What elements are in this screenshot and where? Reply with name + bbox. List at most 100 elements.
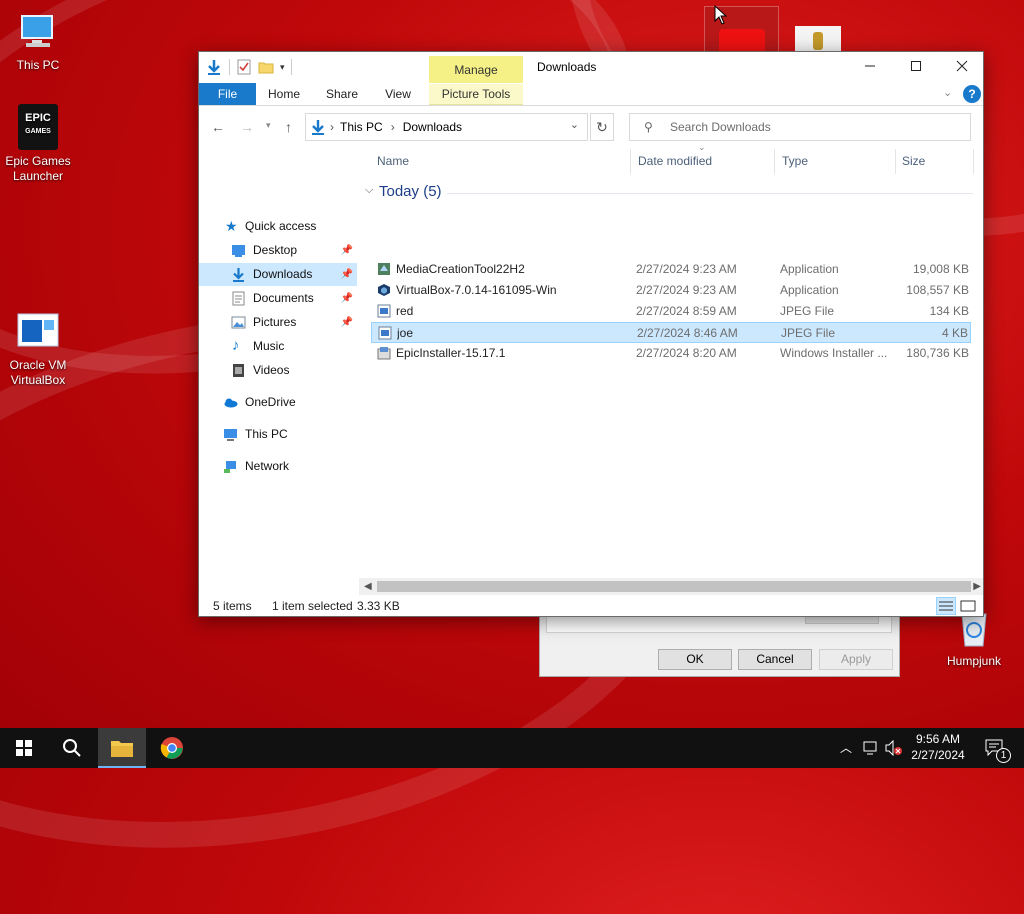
nav-item-documents[interactable]: Documents 📌 — [199, 287, 357, 310]
search-input[interactable]: ⚲ Search Downloads — [629, 113, 971, 141]
file-explorer-icon — [111, 741, 133, 757]
up-arrow-icon[interactable]: ↑ — [285, 119, 292, 135]
show-hidden-icons-chevron-icon[interactable]: ︿ — [840, 739, 852, 756]
scrollbar-thumb[interactable] — [377, 581, 971, 592]
recent-locations-chevron-icon[interactable]: ▾ — [266, 120, 271, 131]
tab-manage[interactable]: Manage — [429, 56, 523, 84]
pin-icon[interactable]: 📌 — [341, 239, 353, 262]
large-icons-view-button[interactable] — [958, 597, 978, 615]
nav-onedrive[interactable]: OneDrive — [199, 391, 357, 414]
customize-qat-chevron-icon[interactable]: ▾ — [280, 62, 285, 73]
start-button[interactable] — [0, 728, 48, 768]
close-button[interactable] — [939, 52, 983, 82]
new-folder-icon[interactable] — [258, 59, 274, 75]
status-bar: 5 items 1 item selected 3.33 KB — [199, 595, 983, 616]
nav-label: Network — [245, 459, 290, 473]
notification-badge: 1 — [996, 748, 1011, 763]
chrome-icon — [160, 737, 183, 759]
clock[interactable]: 9:56 AM 2/27/2024 — [906, 728, 970, 768]
column-separator[interactable] — [774, 149, 775, 174]
column-header-date[interactable]: Date modified — [638, 149, 712, 174]
tab-share[interactable]: Share — [319, 83, 365, 105]
column-separator[interactable] — [895, 149, 896, 174]
group-header-today[interactable]: Today (5) — [379, 183, 442, 200]
file-size: 134 KB — [929, 304, 969, 318]
nav-item-downloads[interactable]: Downloads 📌 — [199, 263, 357, 286]
table-row[interactable]: VirtualBox-7.0.14-161095-Win 2/27/2024 9… — [371, 280, 971, 301]
epic-logo-bottom-text: GAMES — [25, 128, 51, 135]
breadcrumb-this-pc[interactable]: This PC — [340, 120, 383, 134]
tab-home[interactable]: Home — [261, 83, 307, 105]
nav-label: Pictures — [253, 315, 297, 329]
tab-view[interactable]: View — [375, 83, 421, 105]
pin-icon[interactable]: 📌 — [341, 263, 353, 286]
nav-item-desktop[interactable]: Desktop 📌 — [199, 239, 357, 262]
desktop-icon-epic-games[interactable]: EPIC GAMES Epic Games Launcher — [0, 104, 76, 184]
monitor-icon — [16, 10, 60, 54]
refresh-button[interactable]: ↻ — [590, 113, 614, 141]
address-bar[interactable]: › This PC › Downloads ⌄ — [305, 113, 588, 141]
qat-separator — [290, 59, 292, 75]
column-header-name[interactable]: Name — [377, 149, 409, 174]
column-header-size[interactable]: Size — [902, 149, 925, 174]
pin-icon[interactable]: 📌 — [341, 311, 353, 334]
taskbar-file-explorer[interactable] — [98, 728, 146, 768]
scroll-left-arrow-icon[interactable]: ◀ — [364, 578, 372, 595]
breadcrumb-downloads[interactable]: Downloads — [403, 120, 462, 134]
download-arrow-icon[interactable] — [205, 58, 223, 76]
column-header-type[interactable]: Type — [782, 149, 808, 174]
search-icon: ⚲ — [644, 120, 653, 134]
maximize-button[interactable] — [893, 52, 939, 82]
tab-picture-tools[interactable]: Picture Tools — [429, 84, 523, 105]
nav-item-music[interactable]: ♪ Music — [199, 335, 357, 358]
cancel-button[interactable]: Cancel — [738, 649, 812, 670]
expand-ribbon-chevron-icon[interactable]: ⌄ — [943, 86, 952, 99]
file-type: Application — [780, 262, 839, 276]
table-row-selected[interactable]: joe 2/27/2024 8:46 AM JPEG File 4 KB — [371, 322, 971, 343]
help-icon[interactable]: ? — [963, 85, 981, 103]
network-tray-icon[interactable] — [862, 740, 880, 756]
address-dropdown-chevron-icon[interactable]: ⌄ — [570, 118, 579, 131]
close-icon — [956, 60, 968, 72]
epic-games-logo-icon: EPIC GAMES — [18, 104, 58, 150]
desktop-icon-this-pc[interactable]: This PC — [0, 10, 76, 73]
file-date: 2/27/2024 8:59 AM — [636, 304, 737, 318]
volume-muted-icon[interactable] — [884, 740, 904, 756]
details-view-button[interactable] — [936, 597, 956, 615]
horizontal-scrollbar[interactable]: ◀ ▶ — [359, 578, 983, 595]
search-taskbar-button[interactable] — [48, 728, 96, 768]
breadcrumb-separator-icon: › — [390, 120, 395, 134]
file-size: 180,736 KB — [906, 346, 969, 360]
clock-time: 9:56 AM — [915, 732, 961, 746]
apply-button[interactable]: Apply — [819, 649, 893, 670]
group-collapse-chevron-icon[interactable]: ⌵ — [365, 184, 373, 197]
properties-icon[interactable] — [236, 59, 252, 75]
nav-this-pc[interactable]: This PC — [199, 423, 357, 446]
scroll-right-arrow-icon[interactable]: ▶ — [973, 578, 981, 595]
videos-film-icon — [233, 364, 244, 377]
tab-file[interactable]: File — [199, 83, 256, 105]
nav-network[interactable]: Network — [199, 455, 357, 478]
table-row[interactable]: red 2/27/2024 8:59 AM JPEG File 134 KB — [371, 301, 971, 322]
qat-separator — [229, 59, 230, 75]
media-creation-tool-icon — [378, 263, 390, 275]
minimize-button[interactable] — [847, 52, 893, 82]
forward-arrow-icon[interactable]: → — [240, 119, 254, 135]
pin-icon[interactable]: 📌 — [341, 287, 353, 310]
windows-logo-icon — [16, 740, 32, 756]
action-center-button[interactable]: 1 — [976, 728, 1024, 768]
table-row[interactable]: EpicInstaller-15.17.1 2/27/2024 8:20 AM … — [371, 343, 971, 364]
back-arrow-icon[interactable]: ← — [211, 119, 225, 135]
table-row[interactable]: MediaCreationTool22H2 2/27/2024 9:23 AM … — [371, 259, 971, 280]
nav-item-videos[interactable]: Videos — [199, 359, 357, 382]
column-separator[interactable] — [973, 149, 974, 174]
nav-item-pictures[interactable]: Pictures 📌 — [199, 311, 357, 334]
file-date: 2/27/2024 9:23 AM — [636, 262, 737, 276]
ok-button[interactable]: OK — [658, 649, 732, 670]
refresh-icon: ↻ — [596, 119, 608, 135]
nav-quick-access[interactable]: ★ Quick access — [199, 215, 357, 238]
desktop-icon-virtualbox[interactable]: Oracle VM VirtualBox — [0, 310, 76, 388]
column-separator[interactable] — [630, 149, 631, 174]
file-size: 4 KB — [941, 326, 968, 340]
taskbar-chrome[interactable] — [148, 728, 196, 768]
